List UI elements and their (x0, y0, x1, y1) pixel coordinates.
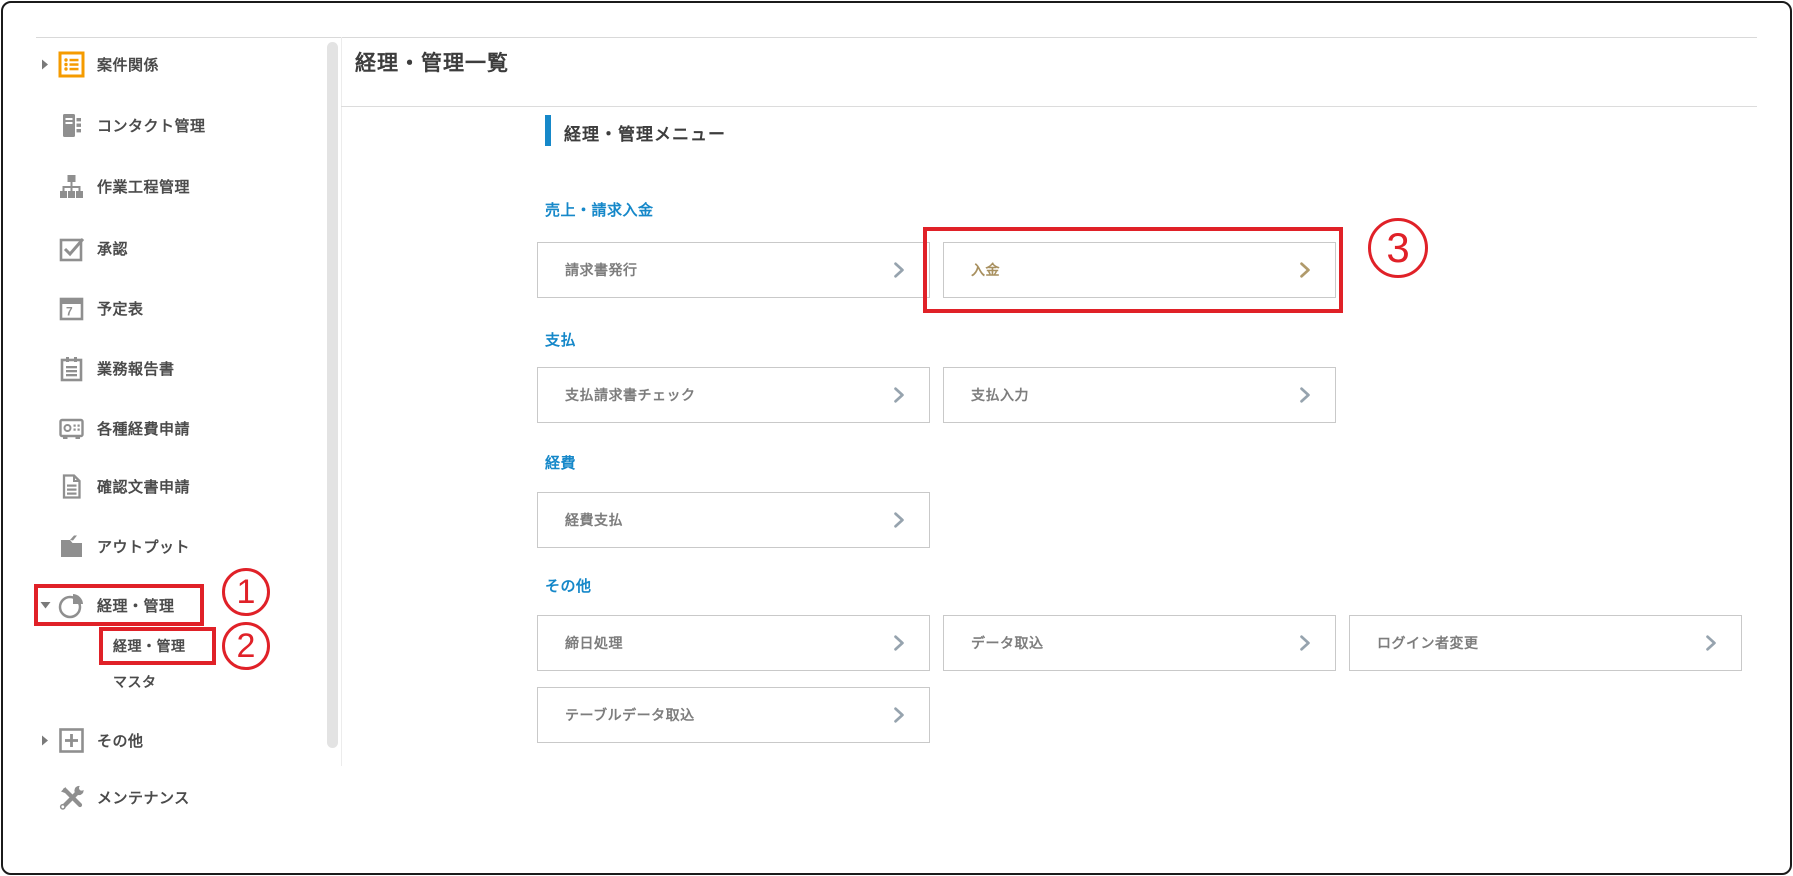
checkbox-icon (58, 235, 85, 262)
sidebar-item-approval[interactable]: 承認 (36, 228, 128, 268)
sidebar-item-label: 各種経費申請 (97, 420, 191, 438)
sidebar-item-document-application[interactable]: 確認文書申請 (36, 466, 190, 506)
menu-button-closing-date[interactable]: 締日処理 (537, 615, 930, 671)
sidebar-item-label: メンテナンス (97, 789, 190, 807)
section-title: 経理・管理メニュー (564, 125, 726, 144)
chevron-right-icon (1299, 387, 1311, 403)
chevron-right-icon (893, 707, 905, 723)
sidebar-item-maintenance[interactable]: メンテナンス (36, 777, 190, 817)
menu-button-login-user-change[interactable]: ログイン者変更 (1349, 615, 1742, 671)
contact-icon (58, 112, 85, 139)
chevron-right-icon (1299, 635, 1311, 651)
sidebar-item-expense-application[interactable]: 各種経費申請 (36, 408, 190, 448)
group-heading-others: その他 (545, 578, 592, 595)
sidebar-item-label: 案件関係 (97, 56, 160, 74)
menu-button-payment-entry[interactable]: 支払入力 (943, 367, 1336, 423)
sidebar-item-label: 予定表 (97, 300, 144, 318)
expand-right-icon[interactable] (36, 735, 54, 746)
sidebar-item-label: コンタクト管理 (97, 117, 206, 135)
menu-button-label: 支払請求書チェック (565, 387, 696, 403)
menu-button-label: 請求書発行 (565, 262, 638, 278)
pie-chart-icon (58, 592, 85, 619)
sidebar-item-label: アウトプット (97, 538, 191, 556)
menu-button-label: データ取込 (971, 635, 1044, 651)
page-title: 経理・管理一覧 (355, 52, 509, 75)
sidebar-subitem-label: 経理・管理 (113, 638, 186, 654)
group-heading-payment: 支払 (545, 332, 577, 349)
expand-down-icon[interactable] (36, 601, 54, 609)
sidebar-item-label: その他 (97, 732, 144, 750)
sidebar-item-contact-management[interactable]: コンタクト管理 (36, 105, 206, 145)
sidebar-item-projects[interactable]: 案件関係 (36, 44, 159, 84)
menu-button-label: 経費支払 (565, 512, 623, 528)
list-icon (58, 51, 85, 78)
chevron-right-icon (893, 262, 905, 278)
calendar-icon: 7 (58, 295, 85, 322)
plus-icon (58, 727, 85, 754)
title-divider (341, 106, 1757, 107)
menu-button-label: テーブルデータ取込 (565, 707, 695, 723)
expand-right-icon[interactable] (36, 59, 54, 70)
group-heading-sales-deposit: 売上・請求入金 (545, 202, 654, 219)
menu-button-table-data-import[interactable]: テーブルデータ取込 (537, 687, 930, 743)
chevron-right-icon (1705, 635, 1717, 651)
sidebar-item-business-report[interactable]: 業務報告書 (36, 348, 175, 388)
menu-button-invoice-issue[interactable]: 請求書発行 (537, 242, 930, 298)
sidebar-scrollbar[interactable] (327, 42, 338, 748)
menu-button-label: 支払入力 (971, 387, 1029, 403)
svg-text:7: 7 (66, 304, 73, 318)
sidebar-subitem-label: マスタ (113, 674, 157, 690)
menu-button-expense-payment[interactable]: 経費支払 (537, 492, 930, 548)
menu-button-label: 締日処理 (565, 635, 623, 651)
sidebar-item-label: 経理・管理 (97, 597, 175, 615)
sidebar-item-label: 確認文書申請 (97, 478, 191, 496)
content-left-divider (341, 37, 342, 766)
clipboard-icon (58, 355, 85, 382)
group-heading-expense: 経費 (545, 455, 577, 472)
sidebar-item-label: 承認 (97, 240, 129, 258)
sidebar-subitem-accounting[interactable]: 経理・管理 (113, 631, 186, 661)
sidebar-subitem-master[interactable]: マスタ (113, 667, 157, 697)
top-divider (36, 37, 1757, 38)
menu-button-payment-invoice-check[interactable]: 支払請求書チェック (537, 367, 930, 423)
sidebar-item-others[interactable]: その他 (36, 720, 144, 760)
chevron-right-icon (893, 387, 905, 403)
sidebar-item-label: 作業工程管理 (97, 178, 191, 196)
sidebar-item-output[interactable]: アウトプット (36, 526, 190, 566)
sidebar-item-work-process[interactable]: 作業工程管理 (36, 166, 190, 206)
sidebar-item-label: 業務報告書 (97, 360, 175, 378)
sitemap-icon (58, 173, 85, 200)
folder-icon (58, 533, 85, 560)
menu-button-label: ログイン者変更 (1377, 635, 1479, 651)
chevron-right-icon (893, 512, 905, 528)
wrench-icon (58, 784, 85, 811)
sidebar-item-accounting[interactable]: 経理・管理 (36, 585, 175, 625)
sidebar-item-schedule[interactable]: 7 予定表 (36, 288, 144, 328)
menu-button-deposit[interactable]: 入金 (943, 242, 1336, 298)
menu-button-data-import[interactable]: データ取込 (943, 615, 1336, 671)
section-accent-bar (545, 115, 551, 146)
document-icon (58, 473, 85, 500)
screenshot-frame (1, 1, 1792, 875)
chevron-right-icon (1299, 262, 1311, 278)
cash-register-icon (58, 415, 85, 442)
menu-button-label: 入金 (971, 262, 1000, 278)
chevron-right-icon (893, 635, 905, 651)
